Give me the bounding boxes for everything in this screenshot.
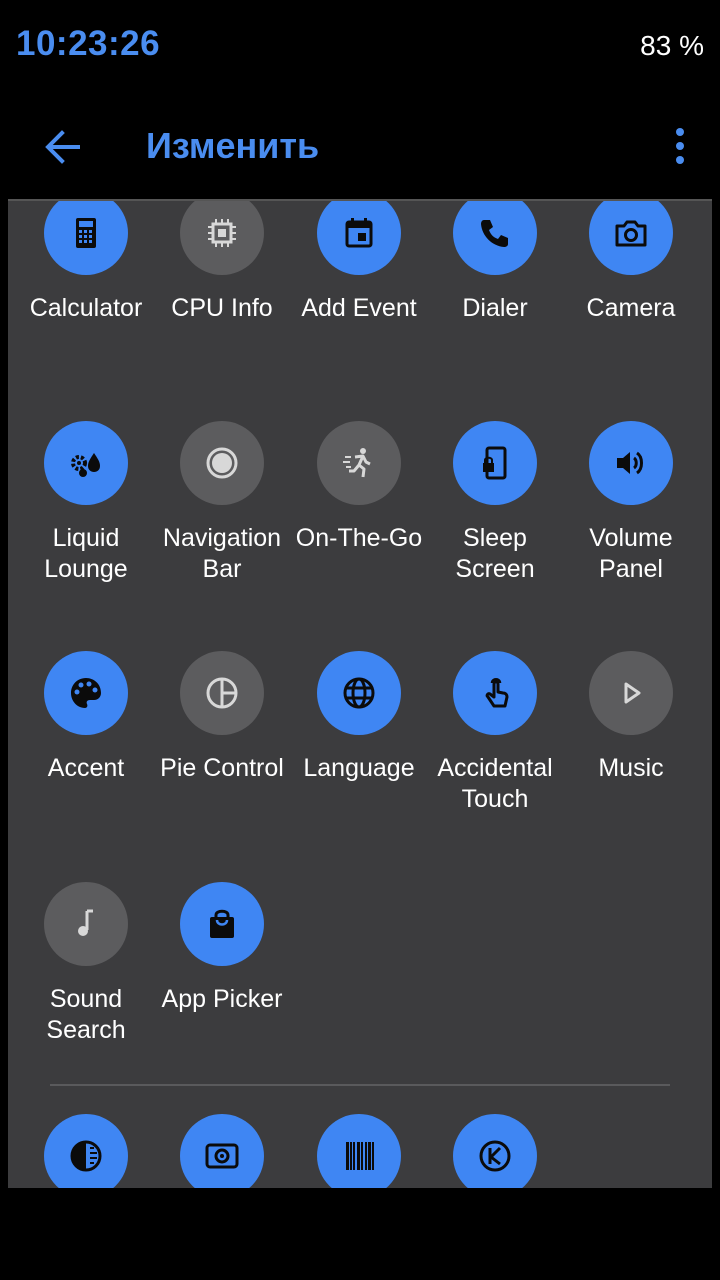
tiles-separator <box>50 1084 670 1086</box>
touch-icon <box>475 673 515 713</box>
tile-button[interactable] <box>317 201 401 275</box>
running-person-icon <box>339 443 379 483</box>
tile-button[interactable] <box>180 1114 264 1188</box>
tile-label: Volume Panel <box>589 524 673 583</box>
tile-label: Accent <box>47 754 125 782</box>
tile-label: Accidental Touch <box>437 754 553 813</box>
tile-button[interactable] <box>44 201 128 275</box>
barcode-icon <box>339 1136 379 1176</box>
status-bar: 10:23:26 83 % <box>0 0 720 95</box>
page-title: Изменить <box>146 125 320 166</box>
tile-label: Language <box>303 754 415 782</box>
tile-button[interactable] <box>317 1114 401 1188</box>
calendar-icon <box>339 213 379 253</box>
more-vert-icon <box>676 128 684 164</box>
tile-button[interactable] <box>180 882 264 966</box>
tile-button[interactable] <box>453 421 537 505</box>
chip-icon <box>202 213 242 253</box>
music-note-icon <box>66 904 106 944</box>
battery-level: 83 % <box>640 30 704 61</box>
tile-button[interactable] <box>317 421 401 505</box>
back-button[interactable] <box>38 123 86 171</box>
tile-button[interactable] <box>453 1114 537 1188</box>
tile-label: Pie Control <box>160 754 284 782</box>
tile-label: Music <box>598 754 664 782</box>
phone-icon <box>475 213 515 253</box>
tile-label: Dialer <box>462 294 528 322</box>
tile-button[interactable] <box>589 651 673 735</box>
pie-icon <box>202 673 242 713</box>
gears-drop-icon <box>66 443 106 483</box>
calculator-icon <box>66 213 106 253</box>
volume-icon <box>611 443 651 483</box>
arrow-back-icon <box>45 130 80 164</box>
tile-label: On-The-Go <box>295 524 423 552</box>
tile-button[interactable] <box>317 651 401 735</box>
camera-icon <box>611 213 651 253</box>
tile-button[interactable] <box>180 201 264 275</box>
speaker-icon <box>202 1136 242 1176</box>
toolbar: Изменить <box>0 95 720 200</box>
palette-icon <box>66 673 106 713</box>
overflow-menu-button[interactable] <box>670 125 690 169</box>
tile-button[interactable] <box>589 201 673 275</box>
tile-label: App Picker <box>161 985 283 1013</box>
contrast-icon <box>66 1136 106 1176</box>
globe-icon <box>339 673 379 713</box>
navigation-area <box>0 1188 720 1280</box>
phone-lock-icon <box>475 443 515 483</box>
radio-circle-icon <box>202 443 242 483</box>
tile-button[interactable] <box>180 651 264 735</box>
tile-button[interactable] <box>180 421 264 505</box>
tile-label: Add Event <box>301 294 417 322</box>
tile-label: Sound Search <box>46 985 126 1044</box>
tile-button[interactable] <box>453 201 537 275</box>
tile-label: Sleep Screen <box>455 524 535 583</box>
tile-label: Camera <box>586 294 676 322</box>
shopping-bag-icon <box>202 904 242 944</box>
play-icon <box>611 673 651 713</box>
tile-label: Calculator <box>29 294 143 322</box>
tile-button[interactable] <box>44 421 128 505</box>
tile-button[interactable] <box>44 651 128 735</box>
tile-label: Liquid Lounge <box>44 524 128 583</box>
tile-button[interactable] <box>44 882 128 966</box>
tiles-panel[interactable]: Calculator CPU Info Add Event Dialer Camera L… <box>8 201 712 1188</box>
k-circle-icon <box>475 1136 515 1176</box>
tile-label: Navigation Bar <box>162 524 282 583</box>
status-time: 10:23:26 <box>16 24 161 63</box>
tile-button[interactable] <box>44 1114 128 1188</box>
tile-button[interactable] <box>453 651 537 735</box>
tile-label: CPU Info <box>171 294 273 322</box>
tile-button[interactable] <box>589 421 673 505</box>
